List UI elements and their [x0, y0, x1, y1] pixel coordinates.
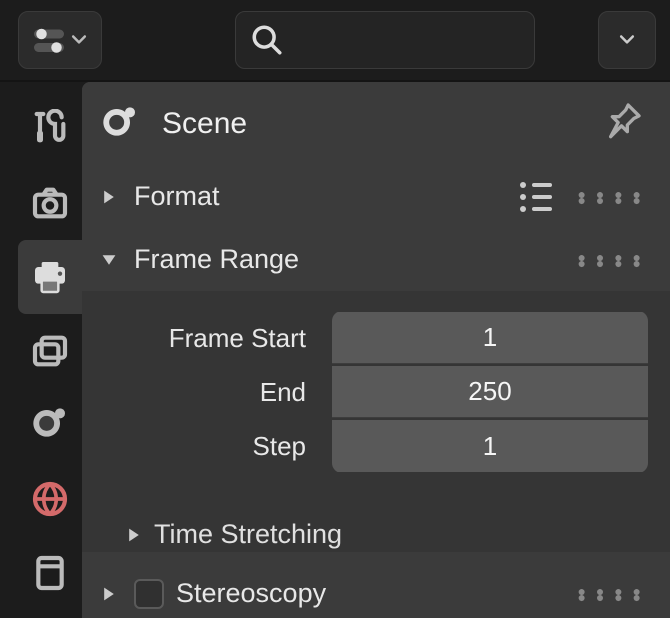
- scene-icon: [30, 405, 70, 445]
- section-label: Frame Range: [134, 244, 299, 275]
- frame-end-field[interactable]: 250: [332, 366, 648, 418]
- tab-object[interactable]: [18, 536, 82, 610]
- scene-icon: [100, 104, 140, 144]
- subsection-time-stretching[interactable]: Time Stretching: [82, 501, 670, 552]
- section-format[interactable]: Format ● ● ● ●● ● ● ●: [82, 165, 670, 228]
- sliders-icon: [31, 22, 67, 58]
- tab-render[interactable]: [18, 166, 82, 240]
- section-label: Format: [134, 181, 220, 212]
- search-icon: [250, 23, 284, 57]
- tab-tools[interactable]: [18, 92, 82, 166]
- field-label: Frame Start: [104, 323, 332, 354]
- disclosure-right-icon: [96, 189, 122, 205]
- section-stereoscopy[interactable]: Stereoscopy ● ● ● ●● ● ● ●: [82, 562, 670, 618]
- pin-button[interactable]: [604, 100, 644, 147]
- tab-output[interactable]: [18, 240, 82, 314]
- object-icon: [30, 553, 70, 593]
- section-frame-range[interactable]: Frame Range ● ● ● ●● ● ● ●: [82, 228, 670, 291]
- frame-step-field[interactable]: 1: [332, 420, 648, 472]
- wrench-screwdriver-icon: [30, 109, 70, 149]
- tab-scene[interactable]: [18, 388, 82, 462]
- list-icon: [520, 182, 552, 212]
- printer-icon: [30, 257, 70, 297]
- pin-icon: [604, 100, 644, 140]
- tab-viewlayer[interactable]: [18, 314, 82, 388]
- frame-start-field[interactable]: 1: [332, 312, 648, 364]
- editor-type-switcher[interactable]: [18, 11, 102, 69]
- preset-list-button[interactable]: [520, 182, 552, 212]
- chevron-down-icon: [617, 25, 637, 56]
- frame-range-body: Frame Start End Step 1 250 1: [82, 291, 670, 501]
- panel-title: Scene: [162, 107, 247, 141]
- camera-icon: [30, 183, 70, 223]
- disclosure-down-icon: [96, 252, 122, 268]
- search-input[interactable]: [235, 11, 535, 69]
- subsection-label: Time Stretching: [154, 519, 342, 550]
- chevron-down-icon: [69, 25, 89, 56]
- section-label: Stereoscopy: [176, 578, 326, 609]
- field-label: Step: [104, 431, 332, 462]
- stereoscopy-checkbox[interactable]: [134, 579, 164, 609]
- disclosure-right-icon: [96, 586, 122, 602]
- drag-handle-icon[interactable]: ● ● ● ●● ● ● ●: [578, 588, 645, 600]
- options-dropdown[interactable]: [598, 11, 656, 69]
- world-icon: [30, 479, 70, 519]
- panel-header: Scene: [82, 82, 670, 165]
- drag-handle-icon[interactable]: ● ● ● ●● ● ● ●: [578, 191, 645, 203]
- property-tabs: [0, 82, 82, 618]
- tab-world[interactable]: [18, 462, 82, 536]
- disclosure-right-icon: [126, 519, 142, 550]
- drag-handle-icon[interactable]: ● ● ● ●● ● ● ●: [578, 254, 645, 266]
- images-icon: [30, 331, 70, 371]
- field-label: End: [104, 377, 332, 408]
